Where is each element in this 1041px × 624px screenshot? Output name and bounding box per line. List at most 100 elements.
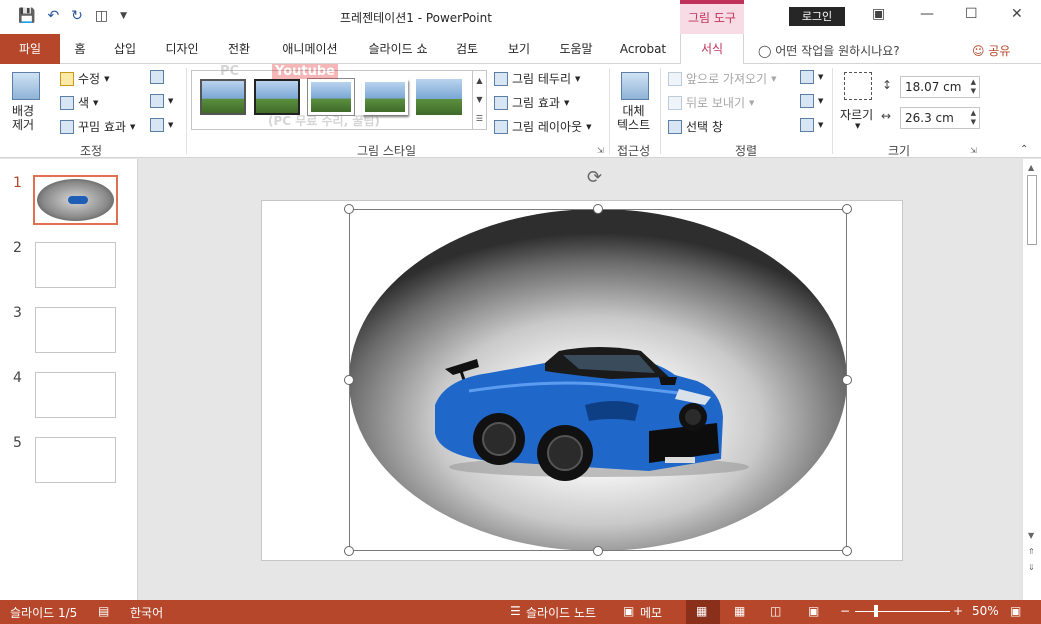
dialog-launcher-icon[interactable]: ⇲ [597, 146, 604, 155]
maximize-icon[interactable]: ☐ [965, 6, 978, 22]
resize-handle[interactable] [842, 204, 852, 214]
bring-forward-button[interactable]: 앞으로 가져오기 ▼ [668, 70, 777, 87]
resize-handle[interactable] [842, 375, 852, 385]
slide-thumbnail-5[interactable] [35, 437, 116, 483]
spell-check-icon[interactable]: ▤ [98, 604, 109, 618]
height-input[interactable]: 18.07 cm ▲ ▼ [900, 76, 980, 98]
resize-handle[interactable] [344, 204, 354, 214]
language-label[interactable]: 한국어 [130, 604, 163, 621]
slide-thumbnail-pane: 1 2 3 4 5 [0, 159, 138, 600]
tab-help[interactable]: 도움말 [550, 34, 602, 64]
vertical-scrollbar[interactable]: ▲ ▼ ⇑ ⇓ [1022, 159, 1041, 600]
tab-file[interactable]: 파일 [0, 34, 60, 64]
artistic-effects-button[interactable]: 꾸밈 효과 ▼ [60, 118, 135, 135]
height-spinner[interactable]: ▲ ▼ [971, 78, 976, 96]
picture-border-button[interactable]: 그림 테두리 ▼ [494, 70, 580, 87]
tab-format[interactable]: 서식 [680, 34, 744, 65]
share-button[interactable]: ☺ 공유 [972, 42, 1010, 59]
customize-arrow-icon[interactable]: ▼ [120, 11, 127, 21]
slide-editor: ⟳ [139, 159, 1022, 600]
previous-slide-icon[interactable]: ⇑ [1028, 547, 1035, 556]
crop-icon[interactable] [844, 72, 872, 100]
group-divider [660, 68, 661, 154]
tab-animations[interactable]: 애니메이션 [270, 34, 350, 64]
color-icon [60, 95, 74, 110]
size-dialog-launcher-icon[interactable]: ⇲ [970, 146, 977, 155]
resize-handle[interactable] [593, 546, 603, 556]
align-icon[interactable]: ▼ [800, 70, 823, 84]
gallery-scroll[interactable]: ▲ ▼ ☰ [472, 71, 486, 129]
style-thumb[interactable] [416, 79, 462, 115]
send-backward-button[interactable]: 뒤로 보내기 ▼ [668, 94, 754, 111]
slide-number: 4 [13, 370, 22, 386]
notes-icon[interactable]: ☰ [510, 604, 521, 618]
notes-button[interactable]: 슬라이드 노트 [526, 604, 596, 621]
comments-button[interactable]: 메모 [640, 604, 662, 621]
scroll-down-icon[interactable]: ▼ [1028, 531, 1034, 540]
slide-thumbnail-2[interactable] [35, 242, 116, 288]
remove-background-button[interactable]: 배경 제거 [12, 104, 34, 132]
rotate-handle-icon[interactable]: ⟳ [587, 167, 602, 188]
rotate-icon[interactable]: ▼ [800, 118, 823, 132]
fit-to-window-icon[interactable]: ▣ [1010, 604, 1021, 618]
slide-sorter-icon[interactable]: ▦ [734, 604, 745, 618]
scroll-up-icon[interactable]: ▲ [1028, 163, 1034, 172]
slide-thumbnail-4[interactable] [35, 372, 116, 418]
undo-icon[interactable]: ↶ [47, 8, 59, 24]
corrections-label: 수정 [78, 72, 101, 86]
corrections-button[interactable]: 수정 ▼ [60, 70, 109, 87]
slide-thumbnail-3[interactable] [35, 307, 116, 353]
tab-home[interactable]: 홈 [64, 34, 96, 64]
picture-layout-button[interactable]: 그림 레이아웃 ▼ [494, 118, 591, 135]
slide-thumbnail-1[interactable] [33, 175, 118, 225]
picture-effects-button[interactable]: 그림 효과 ▼ [494, 94, 569, 111]
zoom-in-icon[interactable]: + [953, 604, 963, 618]
next-slide-icon[interactable]: ⇓ [1028, 563, 1035, 572]
close-icon[interactable]: ✕ [1011, 6, 1023, 22]
present-icon[interactable]: ◫ [95, 8, 108, 24]
resize-handle[interactable] [593, 204, 603, 214]
alt-text-button[interactable]: 대체 텍스트 [617, 104, 650, 132]
tab-view[interactable]: 보기 [498, 34, 540, 64]
tab-review[interactable]: 검토 [446, 34, 488, 64]
zoom-level[interactable]: 50% [972, 604, 999, 618]
crop-dropdown-icon[interactable]: ▼ [855, 122, 860, 130]
normal-view-icon[interactable]: ▦ [696, 604, 707, 618]
comments-icon[interactable]: ▣ [623, 604, 634, 618]
remove-background-icon[interactable] [12, 72, 40, 100]
tab-insert[interactable]: 삽입 [104, 34, 146, 64]
group-objects-icon[interactable]: ▼ [800, 94, 823, 108]
color-button[interactable]: 색 ▼ [60, 94, 98, 111]
reset-picture-icon[interactable]: ▼ [150, 118, 173, 132]
alt-text-icon[interactable] [621, 72, 649, 100]
picture-layout-label: 그림 레이아웃 [512, 120, 583, 134]
zoom-slider[interactable] [855, 611, 950, 612]
reading-view-icon[interactable]: ◫ [770, 604, 781, 618]
ribbon-display-icon[interactable]: ▣ [872, 6, 885, 22]
zoom-slider-thumb[interactable] [874, 605, 878, 617]
minimize-icon[interactable]: — [920, 6, 934, 22]
tab-slideshow[interactable]: 슬라이드 쇼 [358, 34, 438, 64]
scroll-thumb[interactable] [1027, 175, 1037, 245]
tab-design[interactable]: 디자인 [156, 34, 208, 64]
slideshow-view-icon[interactable]: ▣ [808, 604, 819, 618]
resize-handle[interactable] [344, 375, 354, 385]
width-spinner[interactable]: ▲ ▼ [971, 109, 976, 127]
selection-pane-button[interactable]: 선택 창 [668, 118, 723, 135]
width-input[interactable]: 26.3 cm ▲ ▼ [900, 107, 980, 129]
redo-icon[interactable]: ↻ [71, 8, 83, 24]
collapse-ribbon-icon[interactable]: ⌃ [1020, 144, 1028, 155]
zoom-out-icon[interactable]: − [840, 604, 850, 618]
crop-button[interactable]: 자르기 [840, 106, 873, 123]
login-button[interactable]: 로그인 [789, 7, 845, 26]
quick-access-toolbar: 💾 ↶ ↻ ◫ ▼ [18, 8, 127, 24]
tab-acrobat[interactable]: Acrobat [612, 34, 674, 64]
tab-transitions[interactable]: 전환 [218, 34, 260, 64]
resize-handle[interactable] [344, 546, 354, 556]
save-icon[interactable]: 💾 [18, 8, 35, 24]
compress-pictures-icon[interactable] [150, 70, 164, 84]
tell-me-search[interactable]: ◯ 어떤 작업을 원하시나요? [758, 42, 900, 59]
resize-handle[interactable] [842, 546, 852, 556]
selected-picture[interactable]: ⟳ [344, 167, 852, 556]
change-picture-icon[interactable]: ▼ [150, 94, 173, 108]
